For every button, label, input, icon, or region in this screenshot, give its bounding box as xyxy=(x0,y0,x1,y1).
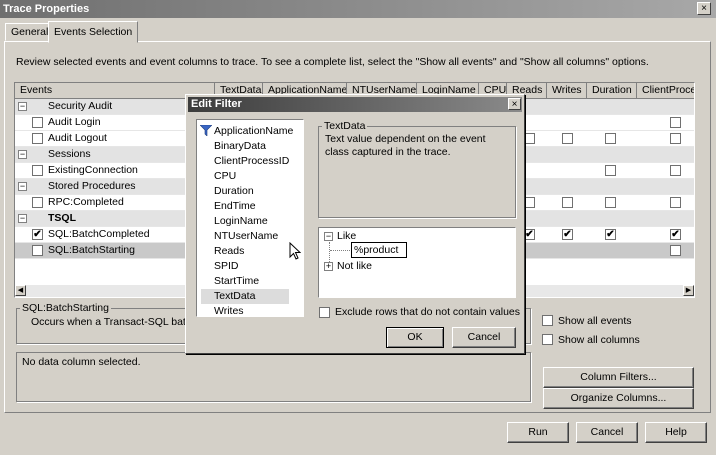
window-title: Trace Properties xyxy=(3,3,90,15)
list-item[interactable]: BinaryData xyxy=(201,139,289,154)
list-item[interactable]: LoginName xyxy=(201,214,289,229)
duration-checkbox[interactable] xyxy=(605,133,616,144)
filter-cancel-button[interactable]: Cancel xyxy=(452,327,516,348)
clientprocess-checkbox[interactable] xyxy=(670,165,681,176)
edit-filter-dialog[interactable]: Edit Filter × ApplicationName BinaryData… xyxy=(185,94,525,354)
list-item[interactable]: Duration xyxy=(201,184,289,199)
expand-icon[interactable]: + xyxy=(324,262,333,271)
like-value-input[interactable]: %product xyxy=(351,242,407,258)
column-filters-button[interactable]: Column Filters... xyxy=(543,367,694,388)
list-item[interactable]: ApplicationName xyxy=(201,124,293,139)
reads-checkbox[interactable] xyxy=(524,197,535,208)
list-item-selected[interactable]: TextData xyxy=(201,289,289,304)
column-description-text: No data column selected. xyxy=(22,356,141,368)
reads-checkbox[interactable] xyxy=(524,133,535,144)
tab-events-selection-label: Events Selection xyxy=(54,26,133,38)
column-header-duration[interactable]: Duration xyxy=(587,83,637,99)
event-checkbox[interactable] xyxy=(32,197,43,208)
list-item[interactable]: Writes xyxy=(201,304,289,319)
writes-checkbox[interactable] xyxy=(562,133,573,144)
clientprocess-checkbox[interactable] xyxy=(670,245,681,256)
writes-checkbox-checked[interactable]: ✔ xyxy=(562,229,573,240)
row-label: Stored Procedures xyxy=(48,180,136,192)
list-item[interactable]: SPID xyxy=(201,259,289,274)
collapse-icon[interactable]: − xyxy=(18,102,27,111)
collapse-icon[interactable]: − xyxy=(18,182,27,191)
clientprocess-checkbox[interactable] xyxy=(670,133,681,144)
exclude-rows-checkbox[interactable] xyxy=(319,307,330,318)
cancel-button[interactable]: Cancel xyxy=(576,422,638,443)
duration-checkbox[interactable] xyxy=(605,197,616,208)
row-label: ExistingConnection xyxy=(48,164,138,176)
filter-description-title: TextData xyxy=(322,120,368,132)
row-label: Audit Login xyxy=(48,116,101,128)
show-all-events-label: Show all events xyxy=(558,315,632,327)
scroll-right-icon[interactable]: ▶ xyxy=(683,285,694,296)
close-icon: × xyxy=(511,99,518,110)
window-close-button[interactable]: × xyxy=(697,2,711,15)
writes-checkbox[interactable] xyxy=(562,197,573,208)
reads-checkbox-checked[interactable]: ✔ xyxy=(524,229,535,240)
row-label: SQL:BatchCompleted xyxy=(48,228,150,240)
collapse-icon[interactable]: − xyxy=(18,150,27,159)
exclude-rows-label: Exclude rows that do not contain values xyxy=(335,306,521,318)
tab-general-label: General xyxy=(11,26,49,38)
edit-filter-title-bar: Edit Filter xyxy=(188,97,522,112)
help-button[interactable]: Help xyxy=(645,422,707,443)
event-checkbox[interactable] xyxy=(32,117,43,128)
event-checkbox[interactable] xyxy=(32,245,43,256)
duration-checkbox[interactable] xyxy=(605,165,616,176)
clientprocess-checkbox[interactable] xyxy=(670,117,681,128)
not-like-node[interactable]: Not like xyxy=(337,260,372,272)
show-all-events-checkbox[interactable] xyxy=(542,315,553,326)
window-title-bar: Trace Properties xyxy=(0,0,716,18)
filter-condition-tree[interactable]: − Like %product + Not like xyxy=(318,227,516,298)
list-item[interactable]: Reads xyxy=(201,244,289,259)
list-item[interactable]: ClientProcessID xyxy=(201,154,289,169)
mouse-cursor-icon xyxy=(289,242,301,260)
close-icon: × xyxy=(701,3,707,14)
organize-columns-button[interactable]: Organize Columns... xyxy=(543,388,694,409)
like-node[interactable]: Like xyxy=(337,230,356,242)
row-label: TSQL xyxy=(48,212,76,224)
collapse-icon[interactable]: − xyxy=(18,214,27,223)
row-label: SQL:BatchStarting xyxy=(48,244,135,256)
filter-ok-button[interactable]: OK xyxy=(386,327,444,348)
column-header-clientprocess[interactable]: ClientProcess xyxy=(637,83,694,99)
event-checkbox[interactable] xyxy=(32,133,43,144)
row-label: Security Audit xyxy=(48,100,113,112)
run-button[interactable]: Run xyxy=(507,422,569,443)
show-all-columns-label: Show all columns xyxy=(558,334,640,346)
column-header-writes[interactable]: Writes xyxy=(547,83,587,99)
event-description-text: Occurs when a Transact-SQL batch is xyxy=(31,316,208,328)
duration-checkbox-checked[interactable]: ✔ xyxy=(605,229,616,240)
clientprocess-checkbox[interactable] xyxy=(670,197,681,208)
tab-general[interactable]: General xyxy=(5,23,55,41)
collapse-icon[interactable]: − xyxy=(324,232,333,241)
tab-events-selection[interactable]: Events Selection xyxy=(48,21,139,43)
tree-line xyxy=(330,250,350,251)
list-item[interactable]: CPU xyxy=(201,169,289,184)
row-label: Sessions xyxy=(48,148,91,160)
filter-description-text: Text value dependent on the event class … xyxy=(325,133,486,158)
edit-filter-close-button[interactable]: × xyxy=(508,98,521,110)
edit-filter-title: Edit Filter xyxy=(191,98,242,110)
list-item[interactable]: NTUserName xyxy=(201,229,289,244)
list-item[interactable]: EndTime xyxy=(201,199,289,214)
show-all-columns-checkbox[interactable] xyxy=(542,334,553,345)
event-description-title: SQL:BatchStarting xyxy=(20,302,111,314)
filter-column-list[interactable]: ApplicationName BinaryData ClientProcess… xyxy=(196,119,304,317)
instructions-text: Review selected events and event columns… xyxy=(16,56,649,68)
event-checkbox[interactable] xyxy=(32,165,43,176)
row-label: RPC:Completed xyxy=(48,196,124,208)
scroll-left-icon[interactable]: ◀ xyxy=(15,285,26,296)
event-checkbox-checked[interactable]: ✔ xyxy=(32,229,43,240)
clientprocess-checkbox-checked[interactable]: ✔ xyxy=(670,229,681,240)
row-label: Audit Logout xyxy=(48,132,107,144)
list-item[interactable]: StartTime xyxy=(201,274,289,289)
